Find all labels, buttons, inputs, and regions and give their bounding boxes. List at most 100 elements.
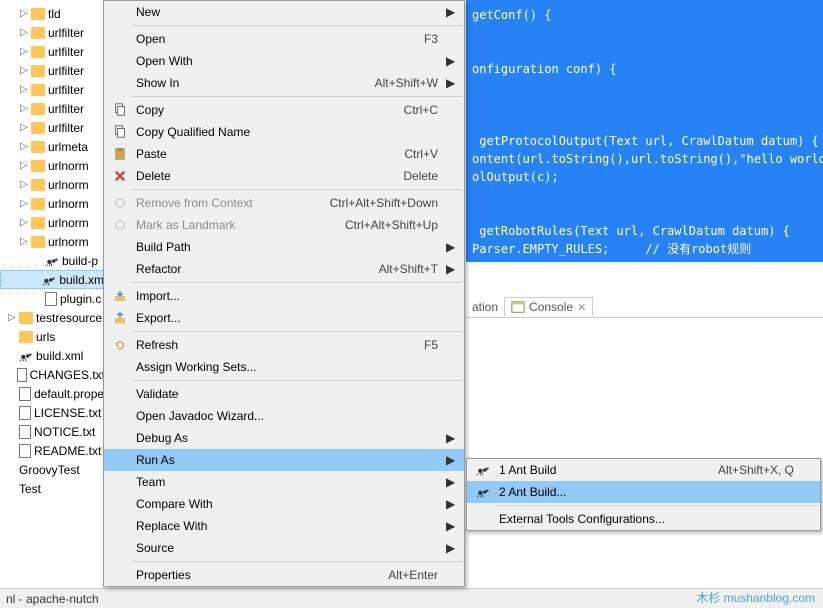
submenu-arrow-icon: ▶ <box>446 240 458 254</box>
menu-item-label: Compare With <box>130 497 438 511</box>
submenu-item-external-tools-configurations-[interactable]: External Tools Configurations... <box>467 508 820 530</box>
menu-item-shortcut: Delete <box>403 169 446 183</box>
expand-arrow[interactable]: ▷ <box>20 217 29 228</box>
menu-item-shortcut: Ctrl+Alt+Shift+Down <box>330 196 446 210</box>
expand-arrow[interactable]: ▷ <box>20 160 29 171</box>
menu-item-label: Refactor <box>130 262 379 276</box>
submenu-item-1-ant-build[interactable]: 1 Ant BuildAlt+Shift+X, Q <box>467 459 820 481</box>
copy-icon <box>110 103 130 117</box>
menu-item-replace-with[interactable]: Replace With▶ <box>104 515 464 537</box>
tree-item[interactable]: GroovyTest <box>0 460 105 479</box>
tree-item[interactable]: ▷urlmeta <box>0 137 105 156</box>
menu-item-copy-qualified-name[interactable]: Copy Qualified Name <box>104 121 464 143</box>
tree-item[interactable]: ▷urlnorm <box>0 175 105 194</box>
expand-arrow[interactable]: ▷ <box>20 236 29 247</box>
tree-item[interactable]: default.prope <box>0 384 105 403</box>
menu-item-build-path[interactable]: Build Path▶ <box>104 236 464 258</box>
menu-item-copy[interactable]: CopyCtrl+C <box>104 99 464 121</box>
tree-item[interactable]: ▷urlfilter <box>0 42 105 61</box>
expand-arrow[interactable]: ▷ <box>20 27 29 38</box>
tree-item[interactable]: plugin.c <box>0 289 105 308</box>
console-icon <box>511 300 525 314</box>
context-menu[interactable]: New▶ OpenF3Open With▶Show InAlt+Shift+W▶ C… <box>103 0 465 587</box>
folder-icon <box>31 217 45 229</box>
menu-item-debug-as[interactable]: Debug As▶ <box>104 427 464 449</box>
tree-item[interactable]: ▷testresource <box>0 308 105 327</box>
mark-icon <box>110 218 130 232</box>
expand-arrow[interactable]: ▷ <box>20 65 29 76</box>
tree-item-label: tld <box>48 7 61 21</box>
menu-item-validate[interactable]: Validate <box>104 383 464 405</box>
menu-item-properties[interactable]: PropertiesAlt+Enter <box>104 564 464 586</box>
submenu-item-2-ant-build-[interactable]: 2 Ant Build... <box>467 481 820 503</box>
menu-item-open-javadoc-wizard-[interactable]: Open Javadoc Wizard... <box>104 405 464 427</box>
menu-item-import-[interactable]: Import... <box>104 285 464 307</box>
menu-item-assign-working-sets-[interactable]: Assign Working Sets... <box>104 356 464 378</box>
menu-item-compare-with[interactable]: Compare With▶ <box>104 493 464 515</box>
tree-item[interactable]: ▷ urlnorm <box>0 232 105 251</box>
menu-item-refactor[interactable]: RefactorAlt+Shift+T▶ <box>104 258 464 280</box>
tree-item[interactable]: CHANGES.txt <box>0 365 105 384</box>
expand-arrow[interactable]: ▷ <box>20 198 29 209</box>
file-icon <box>17 368 27 382</box>
tree-item-label: CHANGES.txt <box>30 368 105 382</box>
tree-item[interactable]: build.xml <box>0 346 105 365</box>
tree-item[interactable]: ▷urlfilter <box>0 99 105 118</box>
menu-item-delete[interactable]: DeleteDelete <box>104 165 464 187</box>
file-icon <box>45 292 57 306</box>
menu-item-open[interactable]: OpenF3 <box>104 28 464 50</box>
tree-item[interactable]: ▷ urlnorm <box>0 194 105 213</box>
tree-item[interactable]: ▷urlfilter <box>0 80 105 99</box>
tree-item-label: urlfilter <box>48 121 84 135</box>
expand-arrow[interactable]: ▷ <box>20 103 29 114</box>
menu-item-label: Open Javadoc Wizard... <box>130 409 438 423</box>
menu-item-open-with[interactable]: Open With▶ <box>104 50 464 72</box>
tree-item-label: LICENSE.txt <box>34 406 101 420</box>
menu-item-source[interactable]: Source▶ <box>104 537 464 559</box>
expand-arrow[interactable]: ▷ <box>20 122 29 133</box>
menu-item-show-in[interactable]: Show InAlt+Shift+W▶ <box>104 72 464 94</box>
submenu-arrow-icon: ▶ <box>446 475 458 489</box>
tree-item[interactable]: README.txt <box>0 441 105 460</box>
expand-arrow[interactable]: ▷ <box>8 312 17 323</box>
tree-item[interactable]: LICENSE.txt <box>0 403 105 422</box>
tree-item[interactable]: urls <box>0 327 105 346</box>
tree-item[interactable]: ▷ tld <box>0 4 105 23</box>
menu-item-shortcut: Alt+Shift+T <box>379 262 446 276</box>
menu-item-refresh[interactable]: RefreshF5 <box>104 334 464 356</box>
tree-item[interactable]: build-p <box>0 251 105 270</box>
ant-icon <box>45 254 59 268</box>
run-as-submenu[interactable]: 1 Ant BuildAlt+Shift+X, Q2 Ant Build... E… <box>466 458 821 531</box>
tree-item[interactable]: ▷urlfilter <box>0 61 105 80</box>
menu-item-export-[interactable]: Export... <box>104 307 464 329</box>
tab-declaration[interactable]: ation <box>466 298 504 316</box>
menu-item-team[interactable]: Team▶ <box>104 471 464 493</box>
tree-item[interactable]: NOTICE.txt <box>0 422 105 441</box>
expand-arrow[interactable]: ▷ <box>20 179 29 190</box>
tree-item[interactable]: ▷urlnorm <box>0 156 105 175</box>
project-explorer-tree[interactable]: ▷tld▷urlfilter▷urlfilter▷urlfilter▷urlfi… <box>0 0 105 610</box>
close-icon[interactable]: ✕ <box>577 301 586 314</box>
tab-console[interactable]: Console ✕ <box>504 297 593 316</box>
menu-item-new[interactable]: New▶ <box>104 1 464 23</box>
expand-arrow[interactable]: ▷ <box>20 141 29 152</box>
expand-arrow[interactable]: ▷ <box>20 46 29 57</box>
tree-item-label: urlnorm <box>48 197 89 211</box>
delete-icon <box>110 169 130 183</box>
menu-item-paste[interactable]: PasteCtrl+V <box>104 143 464 165</box>
tree-item[interactable]: ▷ urlfilter <box>0 118 105 137</box>
submenu-arrow-icon: ▶ <box>446 541 458 555</box>
tree-item-label: urlnorm <box>48 235 89 249</box>
tree-item[interactable]: Test <box>0 479 105 498</box>
menu-item-run-as[interactable]: Run As▶ <box>104 449 464 471</box>
tree-item-label: NOTICE.txt <box>34 425 95 439</box>
expand-arrow[interactable]: ▷ <box>20 84 29 95</box>
tree-item-label: urlnorm <box>48 216 89 230</box>
tree-item[interactable]: build.xm <box>0 270 105 289</box>
menu-item-label: Paste <box>130 147 404 161</box>
menu-item-label: Properties <box>130 568 388 582</box>
tree-item[interactable]: ▷urlfilter <box>0 23 105 42</box>
refresh-icon <box>110 338 130 352</box>
expand-arrow[interactable]: ▷ <box>20 8 29 19</box>
tree-item[interactable]: ▷ urlnorm <box>0 213 105 232</box>
